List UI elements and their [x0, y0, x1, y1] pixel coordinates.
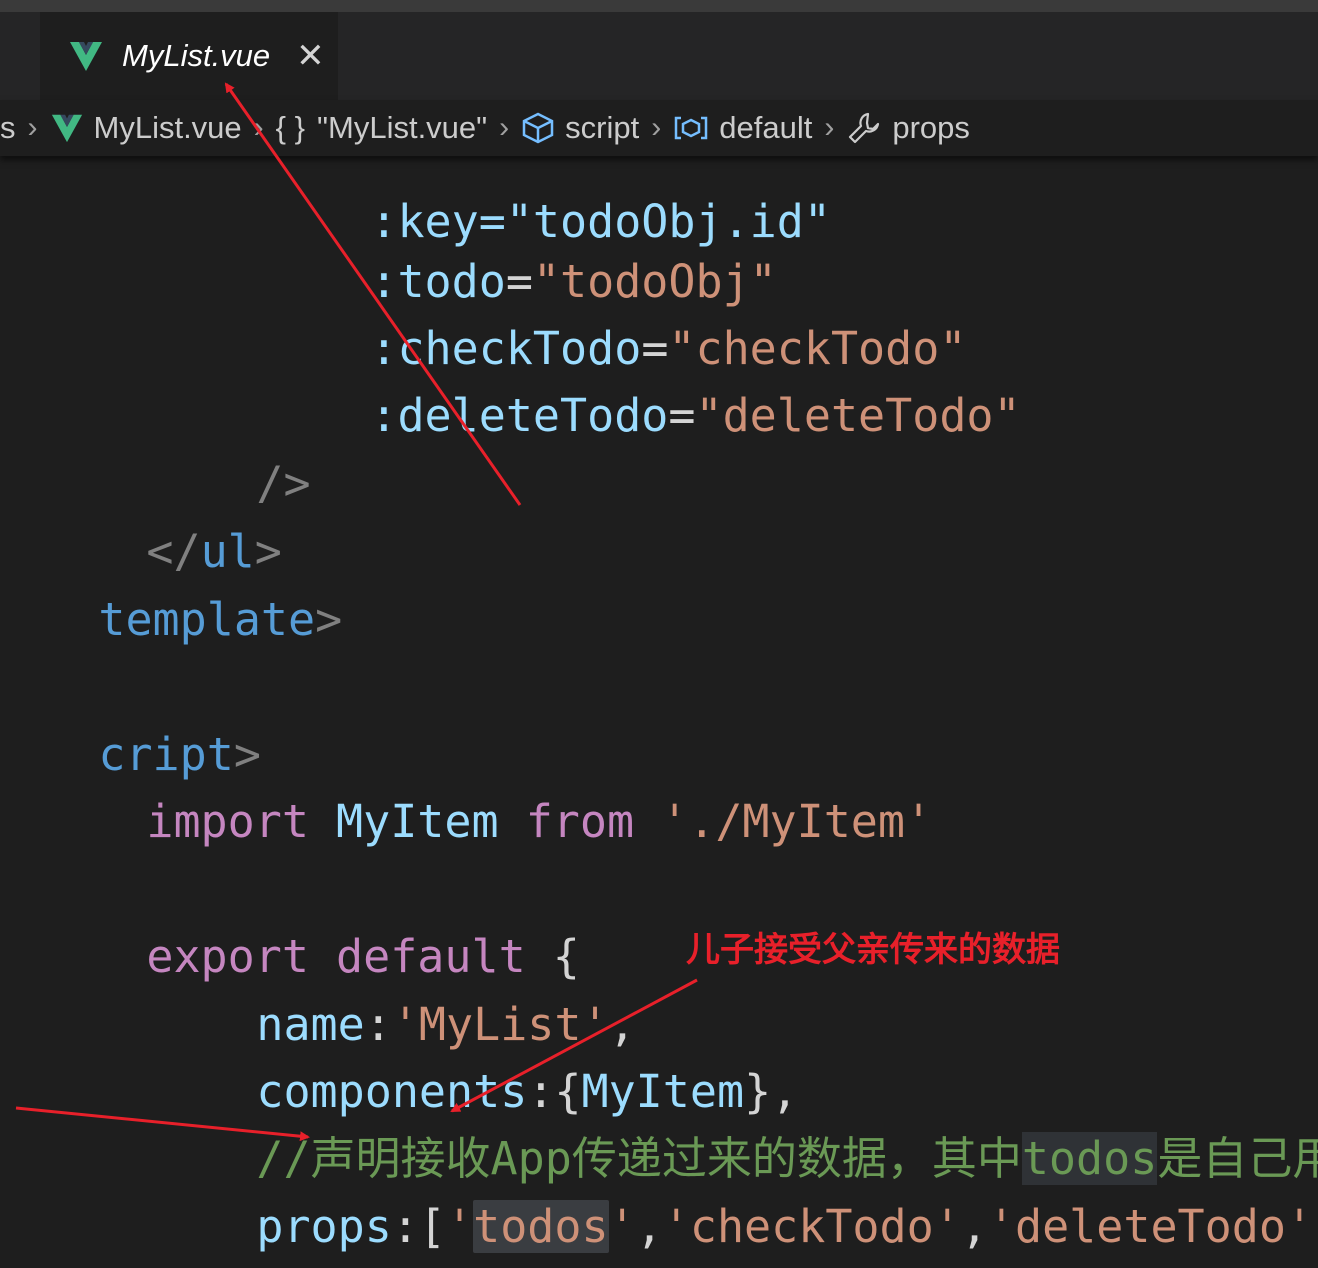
- breadcrumb-item-module-string[interactable]: { } "MyList.vue": [276, 110, 488, 146]
- code-token: "deleteTodo": [695, 389, 1021, 442]
- code-token: 'checkTodo': [662, 1200, 961, 1253]
- close-icon[interactable]: ✕: [296, 36, 325, 76]
- breadcrumb-item-props[interactable]: props: [846, 110, 970, 146]
- breadcrumb-item-label: MyList.vue: [93, 110, 242, 145]
- code-line: components:{MyItem},: [148, 990, 798, 1118]
- code-line: </ul>: [38, 450, 281, 578]
- chevron-right-icon: ›: [499, 111, 510, 144]
- breadcrumb: s › MyList.vue › { } "MyList.vue" › scri…: [0, 100, 1318, 156]
- breadcrumb-item-default[interactable]: default: [673, 110, 812, 146]
- code-line: cript>: [0, 653, 261, 781]
- code-token: :deleteTodo: [370, 389, 669, 442]
- code-token: >: [315, 593, 343, 646]
- window-top-strip: [0, 0, 1318, 12]
- breadcrumb-item-file[interactable]: MyList.vue: [50, 110, 242, 146]
- code-line: template>: [0, 518, 342, 646]
- code-line: name:'MyList',: [148, 923, 635, 1051]
- code-line-comment: //声明接收App传递过来的数据，其中todos是自己用: [148, 1057, 1318, 1185]
- code-token: from: [525, 795, 635, 848]
- chevron-right-icon: ›: [253, 111, 264, 144]
- breadcrumb-lead[interactable]: s: [0, 110, 16, 146]
- vue-icon: [70, 42, 102, 71]
- vue-icon: [51, 114, 82, 143]
- code-token: import: [146, 795, 309, 848]
- code-line: :todo="todoObj": [262, 180, 776, 308]
- code-line: }: [38, 1192, 173, 1268]
- code-token: MyItem: [336, 795, 499, 848]
- module-icon: [675, 116, 708, 140]
- code-line: props:['todos','checkTodo','deleteTodo']: [148, 1125, 1318, 1253]
- code-line: />: [148, 382, 310, 510]
- breadcrumb-item-label: default: [719, 110, 813, 145]
- code-token: =: [668, 389, 696, 442]
- code-token: props: [256, 1200, 392, 1253]
- code-token: :[: [391, 1200, 447, 1253]
- chevron-right-icon: ›: [27, 111, 38, 144]
- braces-icon: { }: [275, 110, 305, 145]
- code-token: ,: [635, 1200, 663, 1253]
- code-token: 'deleteTodo': [987, 1200, 1313, 1253]
- breadcrumb-item-label: "MyList.vue": [317, 110, 488, 145]
- code-token: template: [98, 593, 316, 646]
- code-line: import MyItem from './MyItem': [38, 720, 932, 848]
- editor-tab-bar: MyList.vue ✕: [0, 12, 1318, 100]
- code-line: export default {: [38, 855, 580, 983]
- breadcrumb-item-script[interactable]: script: [521, 110, 639, 146]
- code-token: './MyItem': [661, 795, 933, 848]
- code-token: ]: [1313, 1200, 1318, 1253]
- code-token: ': [446, 1200, 474, 1253]
- breadcrumb-item-label: props: [892, 110, 970, 145]
- tab-mylist-vue[interactable]: MyList.vue ✕: [40, 12, 338, 100]
- code-line: :checkTodo="checkTodo": [262, 247, 966, 375]
- chevron-right-icon: ›: [651, 111, 662, 144]
- breadcrumb-item-label: script: [565, 110, 640, 145]
- code-editor[interactable]: :key="todoObj.id" :todo="todoObj" :check…: [0, 120, 1318, 1268]
- code-token: ': [608, 1200, 636, 1253]
- cube-icon: [522, 112, 554, 144]
- code-token: ,: [960, 1200, 988, 1253]
- chevron-right-icon: ›: [824, 111, 835, 144]
- wrench-icon: [849, 112, 880, 144]
- selected-token-todos: todos: [473, 1200, 609, 1253]
- code-line: :deleteTodo="deleteTodo": [262, 314, 1020, 442]
- tab-label: MyList.vue: [122, 38, 271, 73]
- annotation-note: 儿子接受父亲传来的数据: [686, 930, 1060, 970]
